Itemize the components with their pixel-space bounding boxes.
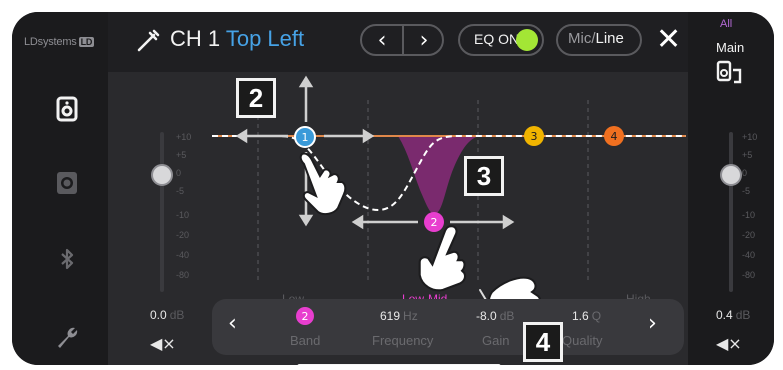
quality-readout[interactable]: 1.6 Q — [572, 309, 601, 323]
fader-tick: +5 — [176, 150, 187, 160]
callout-4: 4 — [523, 322, 563, 362]
quality-value: 1.6 — [572, 309, 589, 323]
fader-tick: -20 — [176, 230, 190, 240]
fader-tick: -10 — [742, 210, 756, 220]
left-fader-track[interactable] — [160, 132, 164, 292]
fader-tick: 0 — [742, 168, 748, 178]
eq-label: EQ ON — [474, 31, 520, 47]
fader-tick: -80 — [176, 270, 190, 280]
settings-wrench-icon[interactable] — [54, 324, 80, 350]
frequency-readout[interactable]: 619 Hz — [380, 309, 418, 323]
brand-logo: LDsystems LD — [24, 36, 95, 48]
eq-graph-canvas — [212, 100, 686, 284]
stereo-speaker-icon — [716, 60, 742, 84]
right-fader-track[interactable] — [729, 132, 733, 292]
fader-tick: -5 — [176, 186, 185, 196]
frequency-label: Frequency — [372, 333, 434, 348]
band-node-1[interactable]: 1 — [294, 126, 316, 148]
left-volume-unit: dB — [169, 308, 185, 322]
frequency-value: 619 — [380, 309, 401, 323]
left-fader-knob[interactable] — [151, 164, 173, 186]
fader-tick: -80 — [742, 270, 756, 280]
close-icon[interactable]: ✕ — [656, 24, 681, 56]
source-inactive: Mic/ — [568, 30, 596, 47]
gain-value: -8.0 — [476, 309, 497, 323]
top-bar: CH 1 Top Left ‹ › EQ ON Mic/Line ✕ — [108, 12, 688, 72]
bluetooth-icon[interactable] — [54, 246, 80, 272]
cable-jack-icon — [137, 29, 160, 52]
hand-gesture-icon — [299, 152, 347, 216]
brand-name: LDsystems — [24, 36, 77, 48]
channel-name: Top Left — [225, 26, 305, 51]
main-speaker-icon[interactable] — [54, 170, 80, 196]
left-volume-value: 0.0 — [150, 308, 167, 322]
fader-tick: +5 — [742, 150, 753, 160]
gain-label: Gain — [482, 333, 510, 348]
fader-tick: -40 — [176, 250, 190, 260]
selected-band-badge: 2 — [296, 307, 314, 325]
all-label[interactable]: All — [720, 18, 732, 30]
channel-prefix: CH 1 — [170, 26, 221, 51]
brand-badge: LD — [78, 37, 95, 47]
frequency-unit: Hz — [403, 309, 418, 323]
right-volume-readout: 0.4 dB — [716, 308, 750, 322]
device-frame: LDsystems LD CH 1 Top Left ‹ › EQ ON Mic… — [12, 12, 774, 365]
right-volume-value: 0.4 — [716, 308, 733, 322]
quality-unit: Q — [591, 309, 602, 323]
gain-readout[interactable]: -8.0 dB — [476, 309, 514, 323]
source-label: Mic/Line — [568, 30, 624, 47]
next-band-button[interactable]: › — [648, 311, 657, 336]
fader-tick: -40 — [742, 250, 756, 260]
channel-title: CH 1 Top Left — [170, 26, 304, 52]
fader-tick: 0 — [176, 168, 182, 178]
band-params-bar: ‹ 2 Band 619 Hz Frequency -8.0 dB Gain 1.6… — [212, 299, 684, 355]
fader-tick: +10 — [742, 132, 758, 142]
home-indicator — [297, 364, 501, 365]
sidebar: LDsystems LD — [12, 12, 108, 365]
band-node-3[interactable]: 3 — [524, 126, 544, 146]
right-volume-unit: dB — [735, 308, 751, 322]
main-output-panel: All Main +10 +5 0 -5 -10 -20 -40 -80 0.4… — [688, 12, 774, 365]
eq-graph[interactable]: +10 +5 0 -5 -10 -20 -40 -80 Low Low-Mid … — [108, 72, 688, 333]
eq-main-panel: CH 1 Top Left ‹ › EQ ON Mic/Line ✕ +10 +… — [108, 12, 688, 365]
source-active: Line — [595, 30, 624, 47]
fader-tick: +10 — [176, 132, 192, 142]
callout-2: 2 — [236, 78, 276, 118]
right-mute-icon[interactable]: ◀× — [716, 334, 742, 353]
eq-toggle-indicator — [516, 29, 538, 51]
fader-tick: -5 — [742, 186, 751, 196]
prev-channel-button[interactable]: ‹ — [362, 24, 402, 56]
fader-tick: -20 — [742, 230, 756, 240]
main-label: Main — [716, 40, 745, 55]
callout-3: 3 — [464, 156, 504, 196]
app-root: LDsystems LD CH 1 Top Left ‹ › EQ ON Mic… — [0, 0, 783, 370]
fader-tick: -10 — [176, 210, 190, 220]
band-node-4[interactable]: 4 — [604, 126, 624, 146]
next-channel-button[interactable]: › — [404, 24, 444, 56]
left-mute-icon[interactable]: ◀× — [150, 334, 176, 353]
quality-label: Quality — [562, 333, 603, 348]
prev-band-button[interactable]: ‹ — [228, 311, 237, 336]
gain-unit: dB — [499, 309, 515, 323]
left-volume-readout: 0.0 dB — [150, 308, 184, 322]
right-fader-knob[interactable] — [720, 164, 742, 186]
band-label: Band — [290, 333, 321, 348]
monitor-speaker-icon[interactable] — [54, 96, 80, 122]
